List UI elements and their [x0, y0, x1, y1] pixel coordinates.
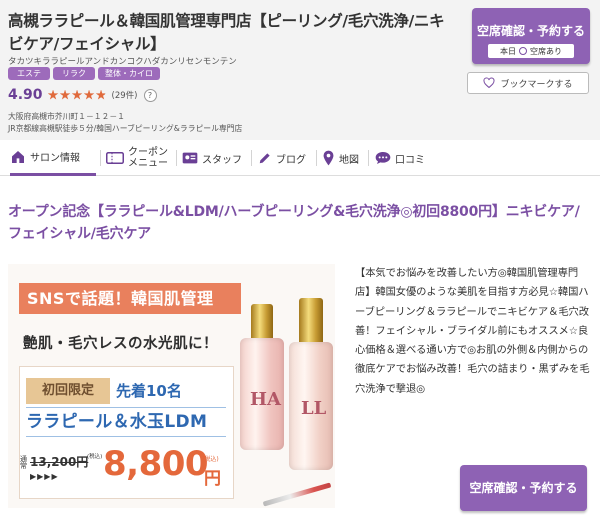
regular-price-tax: (税込) [87, 454, 103, 460]
review-count-link[interactable]: (29件) [112, 89, 138, 101]
shop-access: JR京都線高槻駅徒歩５分/韓国ハーブピーリング&ララピール専門店 [8, 124, 243, 133]
tab-label: 地図 [339, 154, 359, 166]
star-icon [71, 89, 83, 100]
coupon-icon [106, 152, 124, 164]
catch-headline: オープン記念【ララピール&LDM/ハーブピーリング&毛穴洗浄◎初回8800円】ニ… [8, 204, 580, 242]
banner-menu-name: ララピール＆水玉LDM [26, 407, 226, 437]
shop-address: 大阪府高槻市芥川町１－１２－１ [8, 112, 125, 121]
banner-tagline: 艶肌・毛穴レスの水光肌に！ [23, 336, 218, 352]
tab-label: クーポン メニュー [128, 147, 168, 169]
staff-icon [182, 152, 198, 164]
tab-blog[interactable]: ブログ [258, 140, 306, 176]
promo-banner[interactable]: SNSで話題！韓国肌管理 艶肌・毛穴レスの水光肌に！ HA LL 初回限定 先着… [8, 264, 335, 508]
availability-badge: 本日 空席あり [488, 44, 574, 58]
arrow-icons: ▶▶▶▶ [30, 472, 59, 481]
help-icon[interactable]: ? [143, 88, 157, 102]
rating-stars [47, 89, 107, 101]
tab-label: スタッフ [202, 154, 242, 166]
banner-sns-ribbon: SNSで話題！韓国肌管理 [19, 283, 241, 314]
bookmark-button[interactable]: ブックマークする [467, 72, 589, 94]
serum-bottle-image: HA [240, 304, 284, 454]
map-pin-icon [323, 150, 334, 166]
tab-staff[interactable]: スタッフ [182, 140, 242, 176]
tab-label: 口コミ [395, 154, 425, 166]
salon-tabs: サロン情報 クーポン メニュー スタッフ ブログ 地図 口コミ [0, 140, 600, 176]
tab-divider [368, 150, 369, 166]
serum-bottle-image: LL [289, 298, 333, 474]
rating-row: 4.90 (29件) ? [8, 86, 157, 104]
genre-tags: エステ リラク 整体・カイロ [8, 67, 160, 80]
sale-price-yen: 円 [204, 469, 221, 489]
star-icon [47, 89, 59, 100]
star-icon [95, 89, 107, 100]
shop-name: 高槻ララピール＆韓国肌管理専門店【ピーリング/毛穴洗浄/ニキビケア/フェイシャル… [8, 12, 445, 53]
shop-address-block: 大阪府高槻市芥川町１－１２－１ JR京都線高槻駅徒歩５分/韓国ハーブピーリング&… [8, 111, 242, 135]
applicator-image [262, 482, 332, 507]
star-icon [59, 89, 71, 100]
star-icon [83, 89, 95, 100]
shop-kana: タカツキララピールアンドカンコクハダカンリセンモンテン [8, 57, 237, 67]
tab-coupon-menu[interactable]: クーポン メニュー [106, 140, 168, 176]
tab-label: サロン情報 [30, 153, 80, 164]
tab-label: ブログ [276, 154, 306, 166]
banner-limited-badge: 初回限定 [26, 378, 110, 404]
bookmark-label: ブックマークする [500, 79, 573, 90]
availability-status: 空席あり [530, 46, 562, 56]
tab-map[interactable]: 地図 [322, 140, 359, 176]
reserve-button-label: 空席確認・予約する [476, 24, 585, 38]
tab-reviews[interactable]: 口コミ [375, 140, 425, 176]
shop-header: 高槻ララピール＆韓国肌管理専門店【ピーリング/毛穴洗浄/ニキビケア/フェイシャル… [0, 0, 600, 140]
regular-price: 13,200円 [30, 455, 89, 469]
circle-icon [519, 47, 527, 55]
heart-icon [483, 77, 495, 89]
sale-price-tax: (税込) [202, 456, 219, 463]
rating-score: 4.90 [8, 87, 43, 103]
reserve-button-top[interactable]: 空席確認・予約する 本日 空席あり [472, 8, 590, 64]
genre-tag[interactable]: 整体・カイロ [98, 67, 160, 80]
home-icon [12, 150, 24, 163]
pen-icon [259, 153, 270, 164]
genre-tag[interactable]: エステ [8, 67, 50, 80]
bottle-label: HA [250, 389, 281, 410]
tab-divider [316, 150, 317, 166]
banner-first-n: 先着10名 [116, 382, 182, 400]
regular-price-label: 通常 [20, 455, 27, 470]
tab-divider [176, 150, 177, 166]
tab-salon-info[interactable]: サロン情報 [10, 140, 96, 176]
availability-day: 本日 [500, 46, 516, 56]
bottle-label: LL [301, 398, 327, 419]
sale-price: 8,800 [103, 444, 209, 484]
reserve-button-bottom[interactable]: 空席確認・予約する [460, 465, 587, 511]
speech-bubble-icon [375, 152, 391, 164]
genre-tag[interactable]: リラク [53, 67, 95, 80]
tab-divider [100, 150, 101, 166]
tab-divider [251, 150, 252, 166]
salon-description: 【本気でお悩みを改善したい方◎韓国肌管理専門店】韓国女優のような美肌を目指す方必… [355, 267, 590, 395]
